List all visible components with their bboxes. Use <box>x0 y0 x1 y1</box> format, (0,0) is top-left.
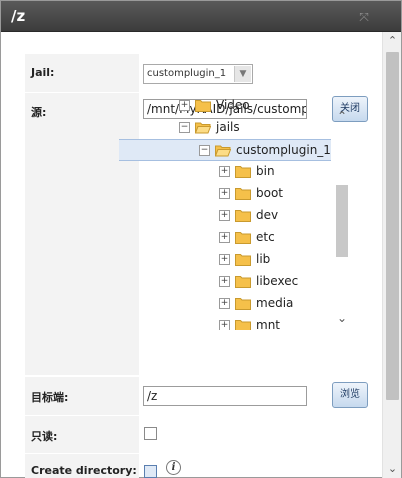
scroll-down-icon[interactable]: ⌄ <box>333 309 351 327</box>
tree-scrollbar[interactable]: ⌃ ⌄ <box>333 95 351 330</box>
readonly-row: 只读: <box>25 416 378 453</box>
tree-item-label: customplugin_1 <box>236 143 331 157</box>
folder-icon <box>235 320 251 330</box>
expand-icon[interactable]: + <box>219 254 230 265</box>
dialog-window: /z ⤧ Jail: customplugin_1 ▼ 源: /mnt/MyRA… <box>0 0 402 478</box>
tree-row[interactable]: − jails <box>119 117 331 139</box>
jail-row: Jail: customplugin_1 ▼ <box>25 54 378 92</box>
folder-tree[interactable]: + Video − jails − customplugin_1 + bin + boot + dev… <box>119 95 331 330</box>
destination-label-cell: 目标端: <box>25 377 139 415</box>
tree-row[interactable]: + media <box>119 293 331 315</box>
jail-select[interactable]: customplugin_1 ▼ <box>143 64 253 84</box>
create-directory-row: Create directory: i <box>25 454 378 478</box>
tree-item-label: lib <box>256 252 271 266</box>
dialog-titlebar[interactable]: /z ⤧ <box>1 1 401 32</box>
create-directory-value-cell: i <box>142 454 378 478</box>
folder-icon <box>235 276 251 288</box>
dialog-content: Jail: customplugin_1 ▼ 源: /mnt/MyRAID/ja… <box>1 32 382 478</box>
folder-icon <box>235 232 251 244</box>
tree-item-label: etc <box>256 230 275 244</box>
tree-row[interactable]: − customplugin_1 <box>119 139 331 161</box>
readonly-label-cell: 只读: <box>25 416 139 453</box>
expand-icon[interactable]: + <box>219 232 230 243</box>
info-icon[interactable]: i <box>166 460 181 475</box>
expand-icon[interactable]: + <box>219 166 230 177</box>
readonly-label: 只读: <box>31 430 58 443</box>
jail-label: Jail: <box>31 66 55 79</box>
close-icon[interactable]: ⤧ <box>357 10 371 24</box>
jail-value-cell: customplugin_1 ▼ <box>142 54 378 92</box>
expand-icon[interactable]: + <box>219 298 230 309</box>
tree-row[interactable]: + boot <box>119 183 331 205</box>
jail-select-value: customplugin_1 <box>147 68 227 79</box>
tree-row[interactable]: + libexec <box>119 271 331 293</box>
destination-row: 目标端: /z 浏览 <box>25 377 378 415</box>
create-directory-label-cell: Create directory: <box>25 454 139 478</box>
expand-icon[interactable]: + <box>219 188 230 199</box>
jail-label-cell: Jail: <box>25 54 139 92</box>
collapse-icon[interactable]: − <box>179 122 190 133</box>
browse-button[interactable]: 浏览 <box>332 382 368 408</box>
tree-item-label: media <box>256 296 294 310</box>
tree-row[interactable]: + lib <box>119 249 331 271</box>
tree-item-label: Video <box>216 98 250 112</box>
scroll-up-icon[interactable]: ⌃ <box>383 32 402 50</box>
chevron-down-icon[interactable]: ▼ <box>234 66 251 82</box>
destination-label: 目标端: <box>31 391 69 404</box>
collapse-icon[interactable]: − <box>199 145 210 156</box>
tree-row[interactable]: + Video <box>119 95 331 117</box>
tree-row[interactable]: + mnt <box>119 315 331 330</box>
source-label: 源: <box>31 106 47 119</box>
tree-item-label: mnt <box>256 318 280 330</box>
expand-icon[interactable]: + <box>219 276 230 287</box>
scroll-down-icon[interactable]: ⌄ <box>383 460 402 478</box>
tree-item-label: jails <box>216 120 240 134</box>
tree-scroll-thumb[interactable] <box>336 185 348 257</box>
expand-icon[interactable]: + <box>219 320 230 330</box>
tree-row[interactable]: + etc <box>119 227 331 249</box>
folder-icon <box>235 298 251 310</box>
folder-icon <box>195 100 211 112</box>
tree-item-label: bin <box>256 164 275 178</box>
folder-icon <box>235 188 251 200</box>
dialog-title: /z <box>11 7 26 25</box>
readonly-value-cell <box>142 416 378 453</box>
tree-item-label: dev <box>256 208 279 222</box>
expand-icon[interactable]: + <box>219 210 230 221</box>
readonly-checkbox[interactable] <box>144 427 157 440</box>
folder-open-icon <box>215 145 231 157</box>
tree-item-label: boot <box>256 186 284 200</box>
expand-icon[interactable]: + <box>179 100 190 111</box>
tree-row[interactable]: + dev <box>119 205 331 227</box>
dialog-scrollbar[interactable]: ⌃ ⌄ <box>382 32 401 478</box>
folder-icon <box>235 166 251 178</box>
tree-row[interactable]: + bin <box>119 161 331 183</box>
destination-value-cell: /z 浏览 <box>142 377 378 415</box>
scroll-up-icon[interactable]: ⌃ <box>333 107 351 125</box>
folder-icon <box>235 210 251 222</box>
destination-input[interactable]: /z <box>143 386 307 406</box>
tree-item-label: libexec <box>256 274 299 288</box>
dialog-scroll-thumb[interactable] <box>386 52 399 400</box>
folder-icon <box>235 254 251 266</box>
create-directory-checkbox[interactable] <box>144 465 157 478</box>
create-directory-label: Create directory: <box>31 464 137 477</box>
folder-open-icon <box>195 122 211 134</box>
